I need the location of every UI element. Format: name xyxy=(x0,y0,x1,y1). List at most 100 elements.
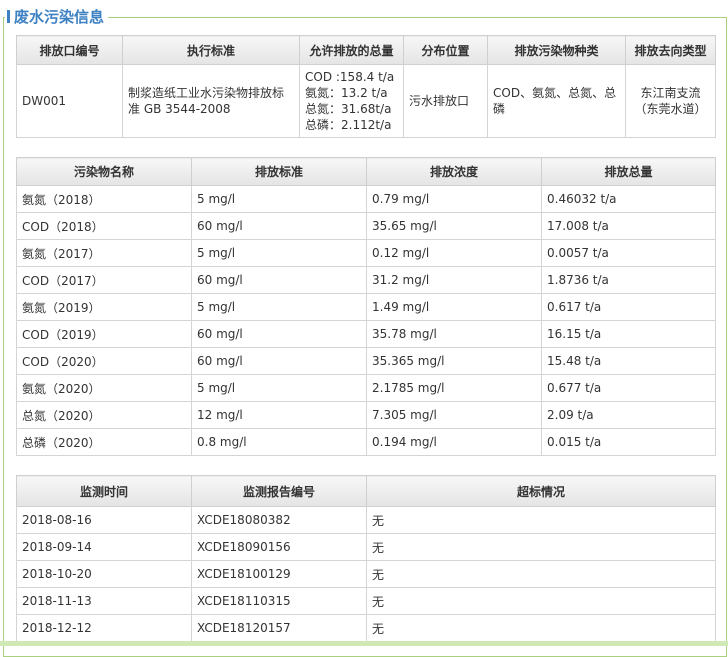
monitor-date-cell: 2018-11-13 xyxy=(16,587,192,615)
bottom-border-strip xyxy=(0,641,728,646)
exceedance-cell: 无 xyxy=(366,614,716,642)
discharge-destination: 东江南支流（东莞水道） xyxy=(625,64,716,138)
total-emission-cell: 16.15 t/a xyxy=(541,320,716,348)
concentration-cell: 35.78 mg/l xyxy=(366,320,542,348)
emission-standard-cell: 60 mg/l xyxy=(191,347,367,375)
table-row: 2018-10-20 XCDE18100129 无 xyxy=(16,560,716,588)
pollutant-name-cell: COD（2017） xyxy=(16,266,192,294)
col-header-pollutant-types: 排放污染物种类 xyxy=(487,35,626,65)
monitoring-table-header: 监测时间 监测报告编号 超标情况 xyxy=(16,475,716,507)
report-number-cell: XCDE18080382 xyxy=(191,506,367,534)
exceedance-cell: 无 xyxy=(366,560,716,588)
col-header-concentration: 排放浓度 xyxy=(366,157,542,186)
monitor-date-cell: 2018-12-12 xyxy=(16,614,192,642)
col-header-allowed-total: 允许排放的总量 xyxy=(299,35,404,65)
concentration-cell: 35.65 mg/l xyxy=(366,212,542,240)
concentration-cell: 0.12 mg/l xyxy=(366,239,542,267)
total-emission-cell: 1.8736 t/a xyxy=(541,266,716,294)
col-header-standard: 执行标准 xyxy=(122,35,300,65)
total-emission-cell: 0.677 t/a xyxy=(541,374,716,402)
pollutant-table: 污染物名称 排放标准 排放浓度 排放总量 氨氮（2018） 5 mg/l 0.79 … xyxy=(16,157,716,456)
pollutant-types: COD、氨氮、总氮、总磷 xyxy=(487,64,626,138)
allowed-total-phosphorus: 总磷：2.112t/a xyxy=(305,118,392,132)
emission-standard-cell: 5 mg/l xyxy=(191,293,367,321)
concentration-cell: 1.49 mg/l xyxy=(366,293,542,321)
pollutant-name-cell: COD（2019） xyxy=(16,320,192,348)
total-emission-cell: 2.09 t/a xyxy=(541,401,716,429)
table-row: 氨氮（2020） 5 mg/l 2.1785 mg/l 0.677 t/a xyxy=(16,374,716,402)
allowed-total-ammonia: 氨氮：13.2 t/a xyxy=(305,86,388,100)
table-row: COD（2019） 60 mg/l 35.78 mg/l 16.15 t/a xyxy=(16,320,716,348)
outlet-id: DW001 xyxy=(16,64,123,138)
col-header-report-number: 监测报告编号 xyxy=(191,475,367,507)
outlet-table-header: 排放口编号 执行标准 允许排放的总量 分布位置 排放污染物种类 排放去向类型 xyxy=(16,35,716,65)
standard-name: 制浆造纸工业水污染物排放标准 GB 3544-2008 xyxy=(122,64,300,138)
table-row: COD（2017） 60 mg/l 31.2 mg/l 1.8736 t/a xyxy=(16,266,716,294)
title-bar-marker xyxy=(7,10,10,23)
emission-standard-cell: 5 mg/l xyxy=(191,239,367,267)
col-header-outlet-id: 排放口编号 xyxy=(16,35,123,65)
pollutant-name-cell: COD（2020） xyxy=(16,347,192,375)
allowed-total-cod: COD :158.4 t/a xyxy=(305,70,395,84)
col-header-location: 分布位置 xyxy=(403,35,488,65)
table-row: 总磷（2020） 0.8 mg/l 0.194 mg/l 0.015 t/a xyxy=(16,428,716,456)
pollutant-name-cell: 氨氮（2017） xyxy=(16,239,192,267)
concentration-cell: 31.2 mg/l xyxy=(366,266,542,294)
report-number-cell: XCDE18090156 xyxy=(191,533,367,561)
table-row: 氨氮（2019） 5 mg/l 1.49 mg/l 0.617 t/a xyxy=(16,293,716,321)
total-emission-cell: 0.0057 t/a xyxy=(541,239,716,267)
pollutant-name-cell: 总磷（2020） xyxy=(16,428,192,456)
emission-standard-cell: 5 mg/l xyxy=(191,185,367,213)
concentration-cell: 2.1785 mg/l xyxy=(366,374,542,402)
table-row: 氨氮（2017） 5 mg/l 0.12 mg/l 0.0057 t/a xyxy=(16,239,716,267)
pollutant-name-cell: 氨氮（2020） xyxy=(16,374,192,402)
monitoring-table: 监测时间 监测报告编号 超标情况 2018-08-16 XCDE18080382 无… xyxy=(16,475,716,642)
report-number-cell: XCDE18100129 xyxy=(191,560,367,588)
section-title-text: 废水污染信息 xyxy=(14,8,105,26)
total-emission-cell: 0.46032 t/a xyxy=(541,185,716,213)
emission-standard-cell: 60 mg/l xyxy=(191,320,367,348)
monitor-date-cell: 2018-08-16 xyxy=(16,506,192,534)
total-emission-cell: 15.48 t/a xyxy=(541,347,716,375)
monitor-date-cell: 2018-09-14 xyxy=(16,533,192,561)
pollutant-name-cell: 氨氮（2018） xyxy=(16,185,192,213)
report-number-cell: XCDE18110315 xyxy=(191,587,367,615)
emission-standard-cell: 12 mg/l xyxy=(191,401,367,429)
col-header-total-emission: 排放总量 xyxy=(541,157,716,186)
col-header-destination: 排放去向类型 xyxy=(625,35,716,65)
col-header-emission-standard: 排放标准 xyxy=(191,157,367,186)
table-row: COD（2020） 60 mg/l 35.365 mg/l 15.48 t/a xyxy=(16,347,716,375)
pollutant-name-cell: 总氮（2020） xyxy=(16,401,192,429)
pollutant-name-cell: 氨氮（2019） xyxy=(16,293,192,321)
table-row: 氨氮（2018） 5 mg/l 0.79 mg/l 0.46032 t/a xyxy=(16,185,716,213)
exceedance-cell: 无 xyxy=(366,533,716,561)
concentration-cell: 0.194 mg/l xyxy=(366,428,542,456)
emission-standard-cell: 60 mg/l xyxy=(191,266,367,294)
section-title: 废水污染信息 xyxy=(5,7,109,27)
table-row: 2018-08-16 XCDE18080382 无 xyxy=(16,506,716,534)
pollutant-table-header: 污染物名称 排放标准 排放浓度 排放总量 xyxy=(16,157,716,186)
col-header-pollutant-name: 污染物名称 xyxy=(16,157,192,186)
col-header-exceedance: 超标情况 xyxy=(366,475,716,507)
pollutant-name-cell: COD（2018） xyxy=(16,212,192,240)
table-row: 总氮（2020） 12 mg/l 7.305 mg/l 2.09 t/a xyxy=(16,401,716,429)
concentration-cell: 0.79 mg/l xyxy=(366,185,542,213)
table-row: DW001 制浆造纸工业水污染物排放标准 GB 3544-2008 COD :1… xyxy=(16,64,716,138)
concentration-cell: 35.365 mg/l xyxy=(366,347,542,375)
monitor-date-cell: 2018-10-20 xyxy=(16,560,192,588)
total-emission-cell: 17.008 t/a xyxy=(541,212,716,240)
location: 污水排放口 xyxy=(403,64,488,138)
table-row: 2018-09-14 XCDE18090156 无 xyxy=(16,533,716,561)
concentration-cell: 7.305 mg/l xyxy=(366,401,542,429)
report-number-cell: XCDE18120157 xyxy=(191,614,367,642)
col-header-monitor-date: 监测时间 xyxy=(16,475,192,507)
emission-standard-cell: 60 mg/l xyxy=(191,212,367,240)
table-row: 2018-11-13 XCDE18110315 无 xyxy=(16,587,716,615)
table-row: 2018-12-12 XCDE18120157 无 xyxy=(16,614,716,642)
allowed-total-nitrogen: 总氮：31.68t/a xyxy=(305,102,392,116)
table-row: COD（2018） 60 mg/l 35.65 mg/l 17.008 t/a xyxy=(16,212,716,240)
total-emission-cell: 0.617 t/a xyxy=(541,293,716,321)
allowed-totals: COD :158.4 t/a 氨氮：13.2 t/a 总氮：31.68t/a 总… xyxy=(299,64,404,138)
exceedance-cell: 无 xyxy=(366,506,716,534)
emission-standard-cell: 5 mg/l xyxy=(191,374,367,402)
